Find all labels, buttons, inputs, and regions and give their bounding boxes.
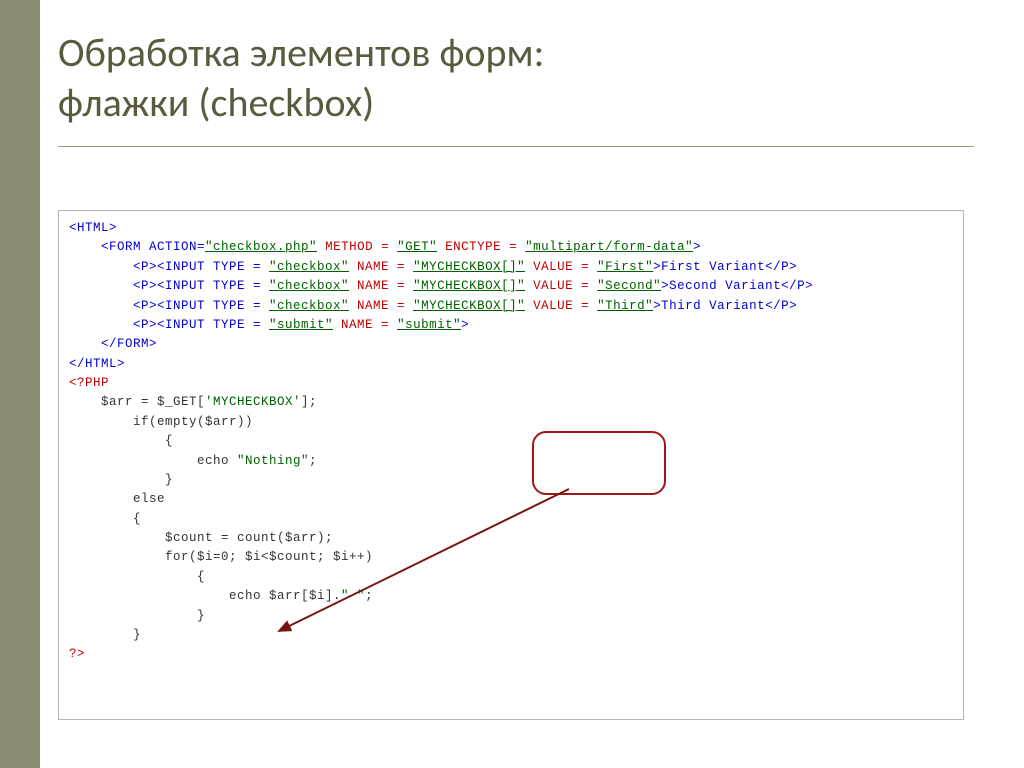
code-line: { bbox=[69, 432, 953, 451]
code-line: { bbox=[69, 510, 953, 529]
slide-title: Обработка элементов форм: флажки (checkb… bbox=[58, 28, 974, 128]
code-line: { bbox=[69, 568, 953, 587]
code-line: } bbox=[69, 607, 953, 626]
title-underline bbox=[58, 146, 974, 147]
code-line: $count = count($arr); bbox=[69, 529, 953, 548]
slide-sidebar bbox=[0, 0, 40, 768]
code-line: <P><INPUT TYPE = "checkbox" NAME = "MYCH… bbox=[69, 258, 953, 277]
code-line: } bbox=[69, 471, 953, 490]
code-line: } bbox=[69, 626, 953, 645]
code-line: <P><INPUT TYPE = "checkbox" NAME = "MYCH… bbox=[69, 297, 953, 316]
title-line-2: флажки (checkbox) bbox=[58, 78, 374, 127]
code-line: $arr = $_GET['MYCHECKBOX']; bbox=[69, 393, 953, 412]
slide: Обработка элементов форм: флажки (checkb… bbox=[0, 0, 1024, 768]
code-line: <?PHP bbox=[69, 374, 953, 393]
code-line: </FORM> bbox=[69, 335, 953, 354]
code-line: else bbox=[69, 490, 953, 509]
code-line: <FORM ACTION="checkbox.php" METHOD = "GE… bbox=[69, 238, 953, 257]
code-line: echo $arr[$i]." "; bbox=[69, 587, 953, 606]
code-line: echo "Nothing"; bbox=[69, 452, 953, 471]
code-line: ?> bbox=[69, 645, 953, 664]
code-line: for($i=0; $i<$count; $i++) bbox=[69, 548, 953, 567]
code-line: <HTML> bbox=[69, 219, 953, 238]
code-block: <HTML> <FORM ACTION="checkbox.php" METHO… bbox=[58, 210, 964, 720]
code-line: if(empty($arr)) bbox=[69, 413, 953, 432]
title-line-1: Обработка элементов форм: bbox=[58, 28, 544, 77]
code-line: </HTML> bbox=[69, 355, 953, 374]
code-line: <P><INPUT TYPE = "submit" NAME = "submit… bbox=[69, 316, 953, 335]
code-line: <P><INPUT TYPE = "checkbox" NAME = "MYCH… bbox=[69, 277, 953, 296]
